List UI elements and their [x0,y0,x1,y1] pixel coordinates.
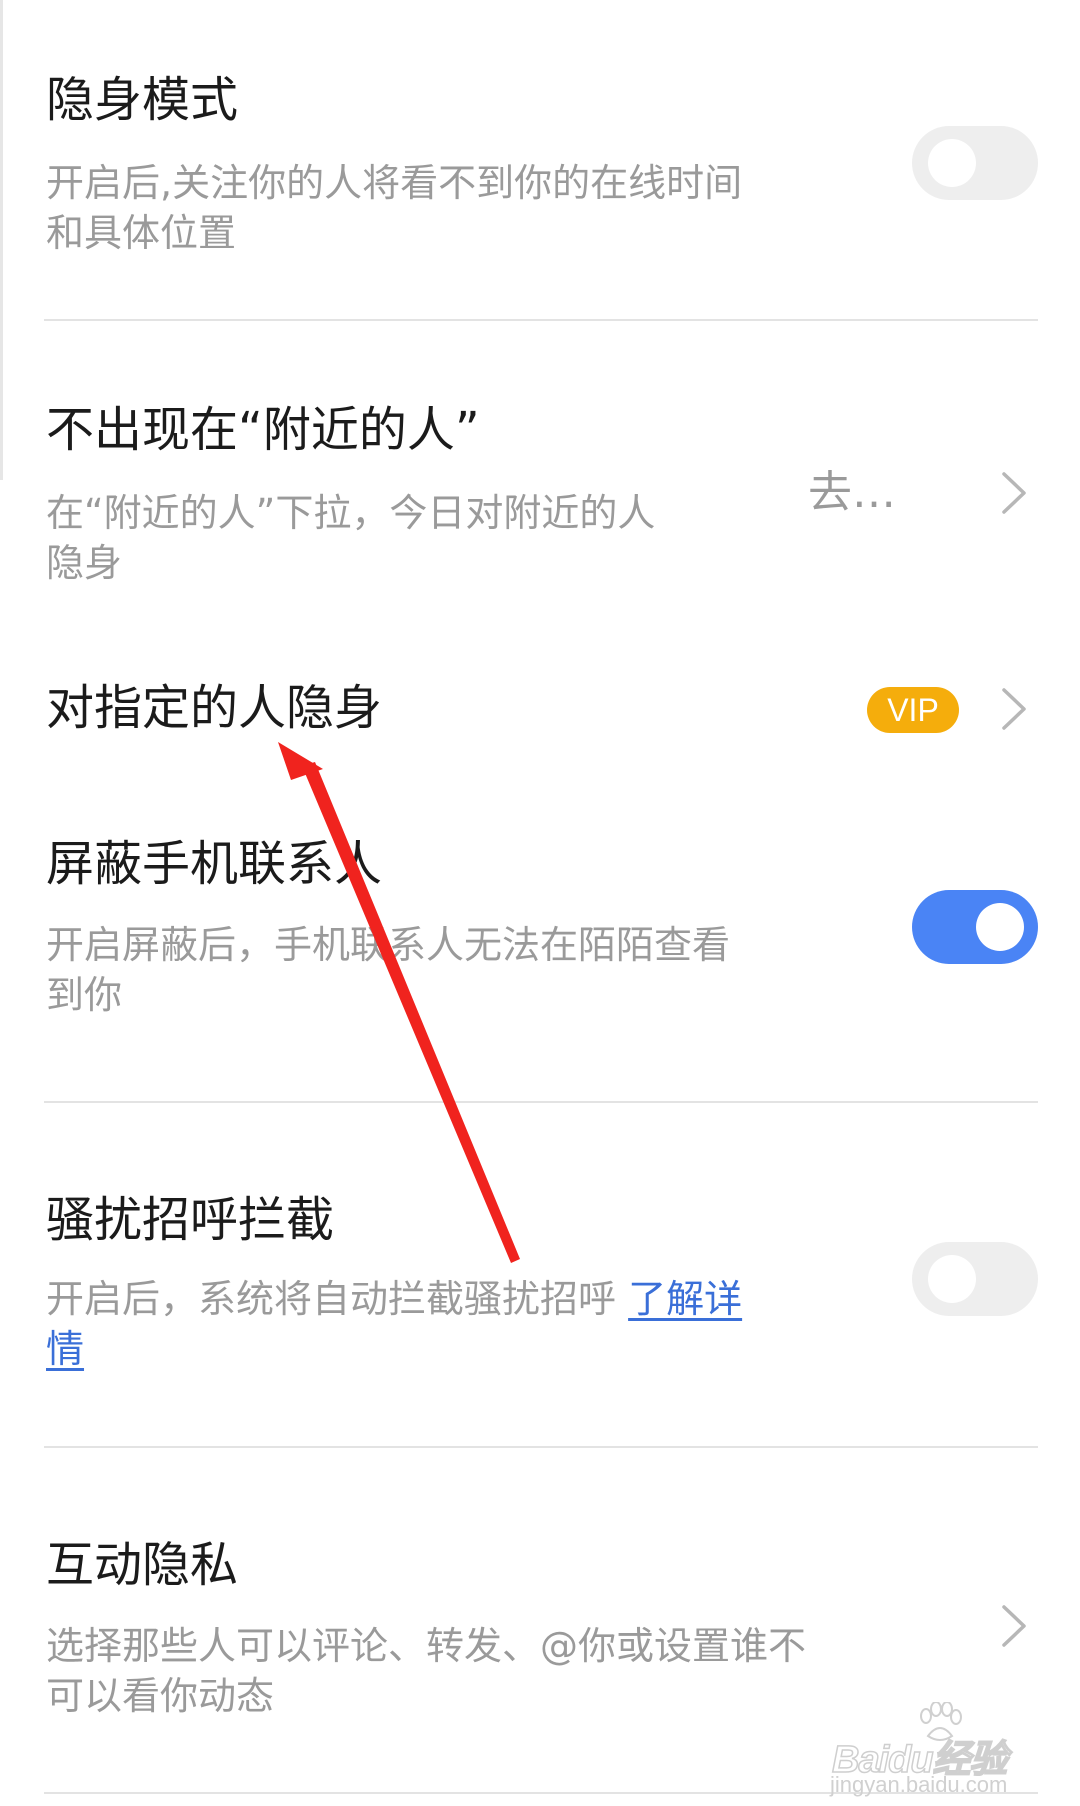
divider [44,1101,1038,1103]
block-contacts-title: 屏蔽手机联系人 [46,836,383,892]
watermark-url: jingyan.baidu.com [830,1772,1008,1797]
stealth-mode-desc: 开启后,关注你的人将看不到你的在线时间和具体位置 [46,161,743,255]
harass-intercept-desc: 开启后，系统将自动拦截骚扰招呼 了解详情 [46,1274,766,1374]
divider [44,319,1038,321]
stealth-mode-toggle[interactable] [912,126,1038,200]
toggle-knob [928,1255,976,1303]
stealth-mode-title: 隐身模式 [46,72,239,128]
chevron-right-icon [1002,472,1026,514]
harass-intercept-desc-text: 开启后，系统将自动拦截骚扰招呼 [46,1277,629,1321]
setting-hide-from-specified[interactable]: 对指定的人隐身 VIP [0,660,1080,760]
setting-block-contacts: 屏蔽手机联系人 开启屏蔽后，手机联系人无法在陌陌查看到你 [0,800,1080,1100]
block-contacts-desc: 开启屏蔽后，手机联系人无法在陌陌查看到你 [46,923,731,1017]
chevron-right-icon [1002,1605,1026,1647]
interaction-privacy-title: 互动隐私 [46,1537,239,1593]
setting-stealth-mode: 隐身模式 开启后,关注你的人将看不到你的在线时间和具体位置 [0,0,1080,320]
toggle-knob [928,139,976,187]
harass-intercept-title: 骚扰招呼拦截 [46,1192,335,1248]
harass-intercept-toggle[interactable] [912,1242,1038,1316]
interaction-privacy-desc: 选择那些人可以评论、转发、@你或设置谁不可以看你动态 [46,1624,807,1718]
hide-from-specified-title: 对指定的人隐身 [46,680,383,736]
setting-harass-intercept: 骚扰招呼拦截 开启后，系统将自动拦截骚扰招呼 了解详情 [0,1104,1080,1444]
baidu-jingyan-watermark: Baidu经验 jingyan.baidu.com [824,1702,1064,1802]
divider [44,1446,1038,1448]
toggle-knob [976,903,1024,951]
hide-from-nearby-desc: 在“附近的人”下拉，今日对附近的人隐身 [46,491,656,585]
chevron-right-icon [1002,688,1026,730]
hide-from-nearby-value: 去… [808,467,896,518]
block-contacts-toggle[interactable] [912,890,1038,964]
hide-from-nearby-title: 不出现在“附近的人” [46,402,480,458]
vip-badge: VIP [867,687,959,733]
setting-hide-from-nearby[interactable]: 不出现在“附近的人” 在“附近的人”下拉，今日对附近的人隐身 去… [0,322,1080,602]
